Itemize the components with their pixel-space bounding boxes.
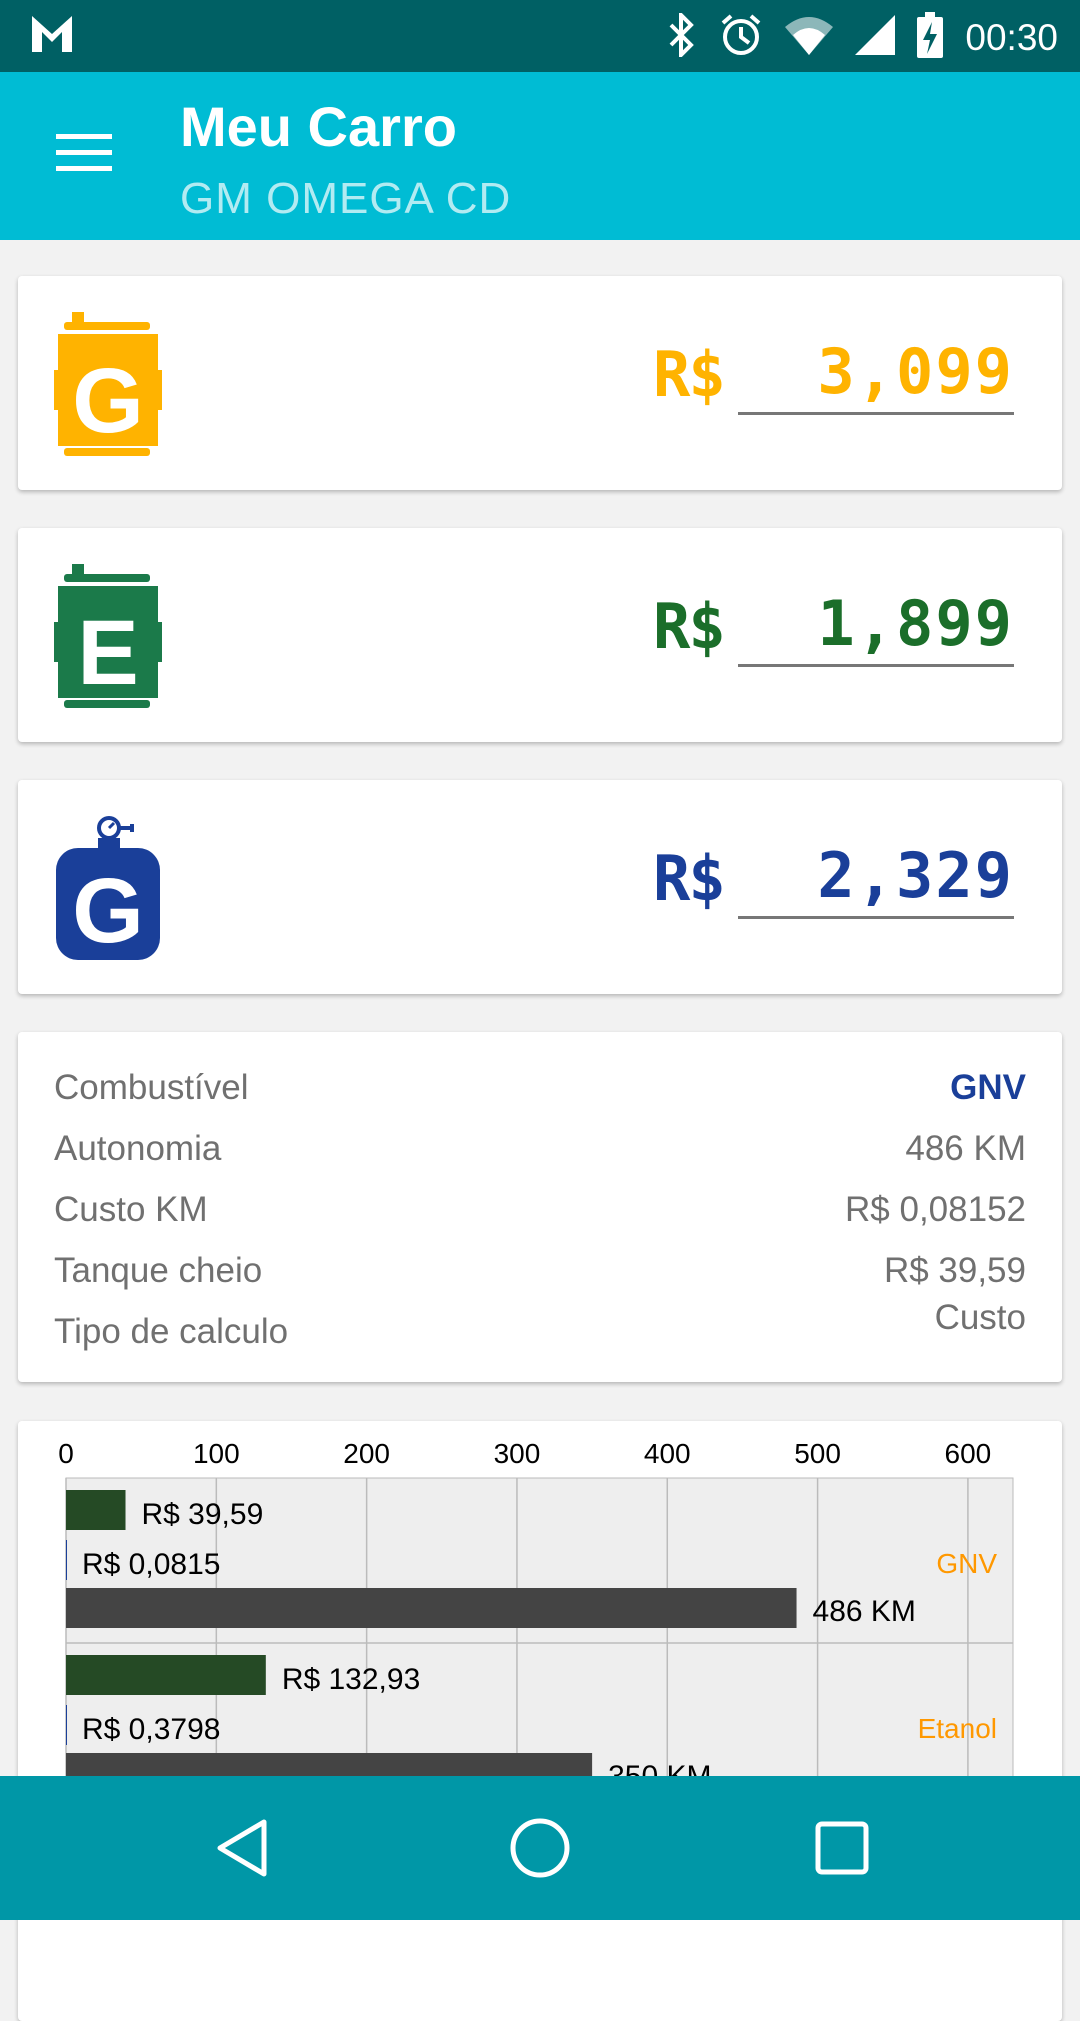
summary-row-cost-km: Custo KM R$ 0,08152 (54, 1190, 1026, 1240)
summary-row-fuel: Combustível GNV (54, 1068, 1026, 1118)
summary-row-autonomy: Autonomia 486 KM (54, 1129, 1026, 1179)
summary-value: 486 KM (905, 1129, 1026, 1168)
chart-tick-label: 400 (644, 1438, 691, 1469)
summary-label: Combustível (54, 1068, 249, 1107)
summary-value: R$ 0,08152 (845, 1190, 1026, 1229)
alarm-icon (719, 13, 763, 62)
summary-value: Custo (934, 1298, 1026, 1337)
hamburger-menu-icon[interactable] (56, 134, 112, 176)
summary-value: R$ 39,59 (883, 1251, 1026, 1290)
app-bar: Meu Carro GM OMEGA CD (0, 72, 1080, 240)
wifi-icon (785, 15, 834, 60)
summary-label: Tipo de calculo (54, 1312, 289, 1351)
gnv-price-input[interactable]: 2,329 (738, 836, 1014, 919)
back-icon[interactable] (212, 1816, 272, 1885)
gasoline-letter: G (72, 350, 144, 452)
ethanol-can-icon: E (54, 562, 164, 717)
gnv-price-card: G R$ 2,329 (18, 780, 1062, 994)
gnv-letter: G (72, 860, 144, 962)
chart-label-tank-cost: R$ 39,59 (142, 1498, 264, 1531)
gasoline-price-card: G R$ 3,099 (18, 276, 1062, 490)
chart-label-tank-cost: R$ 132,93 (282, 1663, 420, 1696)
chart-tick-label: 600 (945, 1438, 992, 1469)
summary-row-calc-type: Tipo de calculo Custo (54, 1298, 1026, 1362)
app-title: Meu Carro (180, 95, 457, 158)
gasoline-can-icon: G (54, 310, 164, 465)
summary-value-fuel: GNV (950, 1068, 1026, 1107)
summary-label: Custo KM (54, 1190, 208, 1229)
chart-bar-cost-per-km (66, 1705, 67, 1745)
gasoline-price-input[interactable]: 3,099 (738, 332, 1014, 415)
gasoline-currency: R$ (653, 338, 726, 411)
bluetooth-icon (667, 10, 697, 62)
gnv-cylinder-icon: G (54, 814, 164, 969)
status-bar: 00:30 (0, 0, 1080, 72)
comparison-chart-card: 0 100 200 300 400 500 600 R$ 39,59 R$ 0,0815 GNV 4… (18, 1421, 1062, 2021)
gmail-icon (30, 14, 74, 59)
ethanol-price-input[interactable]: 1,899 (738, 584, 1014, 667)
signal-icon (855, 15, 896, 60)
summary-card: Combustível GNV Autonomia 486 KM Custo K… (18, 1032, 1062, 1382)
home-icon[interactable] (508, 1816, 572, 1885)
chart-bar-range (66, 1588, 797, 1628)
summary-label: Autonomia (54, 1129, 222, 1168)
chart-tick-label: 500 (794, 1438, 841, 1469)
status-time: 00:30 (965, 16, 1058, 58)
gnv-currency: R$ (653, 842, 726, 915)
chart-label-range: 486 KM (813, 1595, 916, 1628)
recents-icon[interactable] (812, 1816, 872, 1885)
chart-tick-label: 0 (58, 1438, 74, 1469)
chart-bar-tank-cost (66, 1655, 266, 1695)
chart-group-label: GNV (936, 1548, 997, 1579)
ethanol-price-card: E R$ 1,899 (18, 528, 1062, 742)
comparison-chart: 0 100 200 300 400 500 600 R$ 39,59 R$ 0,0815 GNV 4… (58, 1438, 1014, 1809)
chart-group-label: Etanol (918, 1713, 997, 1744)
chart-bar-tank-cost (66, 1490, 126, 1530)
chart-label-cost-per-km: R$ 0,3798 (82, 1713, 220, 1746)
navigation-bar (0, 1776, 1080, 1920)
summary-label: Tanque cheio (54, 1251, 263, 1290)
car-model-subtitle: GM OMEGA CD (180, 174, 512, 223)
ethanol-letter: E (77, 602, 138, 704)
chart-tick-label: 200 (343, 1438, 390, 1469)
chart-bar-cost-per-km (66, 1540, 67, 1580)
chart-tick-label: 300 (494, 1438, 541, 1469)
chart-label-cost-per-km: R$ 0,0815 (82, 1548, 220, 1581)
chart-tick-label: 100 (193, 1438, 240, 1469)
summary-row-full-tank: Tanque cheio R$ 39,59 (54, 1251, 1026, 1301)
ethanol-currency: R$ (653, 590, 726, 663)
battery-charging-icon (917, 12, 944, 63)
